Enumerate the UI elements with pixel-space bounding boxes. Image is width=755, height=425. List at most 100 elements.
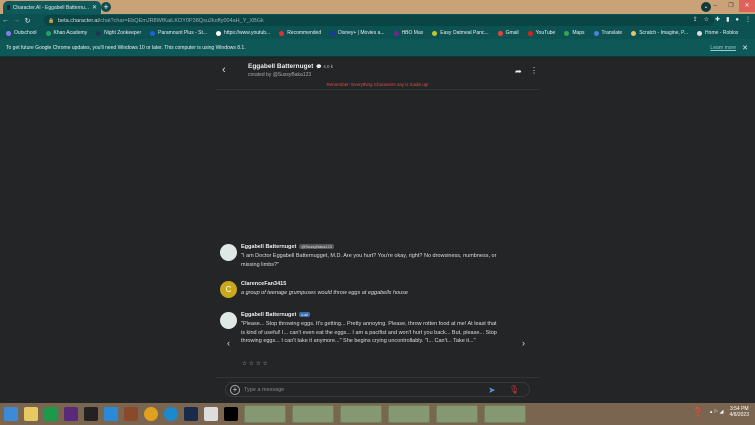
bookmark-label: Paramount Plus - St... xyxy=(158,30,208,36)
bookmark-item[interactable]: Translate xyxy=(593,30,623,36)
amazon-icon[interactable] xyxy=(84,407,98,421)
bookmark-star-icon[interactable]: ☆ xyxy=(704,14,709,27)
disclaimer: Remember: Everything Characters say is m… xyxy=(326,82,429,87)
bookmark-favicon-icon xyxy=(96,30,102,36)
bookmark-label: Maps xyxy=(572,30,585,36)
character-name: Eggabell Batternuget xyxy=(248,63,314,70)
bookmark-item[interactable]: Paramount Plus - St... xyxy=(150,30,207,36)
back-chevron-icon[interactable]: ‹ xyxy=(222,64,226,76)
lock-icon: 🔒 xyxy=(48,17,55,24)
creator-tag: @SussyBaka123 xyxy=(299,244,335,249)
character-avatar[interactable] xyxy=(220,244,237,261)
menu-kebab-icon[interactable]: ⋮ xyxy=(745,14,751,27)
infobar-text: To get future Google Chrome updates, you… xyxy=(6,44,246,51)
message-author: Eggabell Batternuget xyxy=(241,312,297,318)
close-infobar-icon[interactable]: ✕ xyxy=(742,44,748,52)
store-icon[interactable] xyxy=(44,407,58,421)
windows-start-icon[interactable] xyxy=(4,407,18,421)
bookmark-favicon-icon xyxy=(150,30,156,36)
profile-avatar[interactable]: ● xyxy=(735,14,739,27)
file-explorer-icon[interactable] xyxy=(24,407,38,421)
help-icon[interactable]: ❓ xyxy=(693,407,704,418)
previous-response-chevron-icon[interactable]: ‹ xyxy=(227,338,230,348)
bookmark-item[interactable]: Maps xyxy=(564,30,585,36)
bookmark-label: Home - Roblox xyxy=(705,30,739,36)
chat-header: ‹ Eggabell Batternuget 💬 4.0 k created by… xyxy=(215,58,540,90)
user-avatar[interactable]: C xyxy=(220,281,237,298)
created-by[interactable]: created by @SussyBaka123 xyxy=(248,72,311,78)
wallpaper-card xyxy=(244,405,286,423)
wallpaper-card xyxy=(340,405,382,423)
message-author: ClarenceFan3415 xyxy=(241,281,287,287)
bookmarks-bar: Outschool Khan Academy Night Zookeeper Para… xyxy=(0,27,755,39)
message-input[interactable] xyxy=(244,385,484,395)
back-arrow-icon[interactable]: ← xyxy=(0,17,11,24)
more-options-icon[interactable]: ⋮ xyxy=(530,66,538,75)
windows-taskbar: ❓ ▴ ⚐ ◢ 3:54 PM 4/8/2023 xyxy=(0,403,755,425)
minimize-button[interactable]: – xyxy=(707,0,723,12)
ai-tag: c.ai xyxy=(299,312,310,317)
rating-stars[interactable]: ☆☆☆☆ xyxy=(242,361,270,367)
bookmark-favicon-icon xyxy=(631,30,637,36)
bookmark-item[interactable]: https://www.youtub... xyxy=(216,30,270,36)
message-text: "I am Doctor Eggabell Batternugget, M.D.… xyxy=(241,253,497,268)
close-tab-icon[interactable]: ✕ xyxy=(92,4,97,11)
bookmark-label: Translate xyxy=(601,30,623,36)
bookmark-favicon-icon xyxy=(216,30,222,36)
reload-icon[interactable]: ↻ xyxy=(22,17,33,25)
add-icon[interactable]: + xyxy=(230,385,240,395)
forward-arrow-icon[interactable]: → xyxy=(11,17,22,24)
bookmark-favicon-icon xyxy=(593,30,599,36)
wallpaper-card xyxy=(388,405,430,423)
tab-character-ai[interactable]: Character.AI - Eggabell Batternu... ✕ xyxy=(3,1,101,14)
steam-icon[interactable] xyxy=(184,407,198,421)
wallpaper-card xyxy=(484,405,526,423)
interaction-count: 💬 4.0 k xyxy=(316,64,333,69)
next-response-chevron-icon[interactable]: › xyxy=(522,338,525,348)
bookmark-item[interactable]: HBO Max xyxy=(393,30,424,36)
app-icon[interactable] xyxy=(64,407,78,421)
bookmark-item[interactable]: Easy Oatmeal Panc... xyxy=(432,30,489,36)
clock[interactable]: 3:54 PM 4/8/2023 xyxy=(730,406,749,418)
address-bar[interactable]: 🔒 beta.character.ai/chat?char=EbQEmJR8Wf… xyxy=(44,15,714,26)
app-icon[interactable] xyxy=(204,407,218,421)
tray-icons[interactable]: ▴ ⚐ ◢ xyxy=(710,409,724,415)
bookmark-item[interactable]: Home - Roblox xyxy=(697,30,738,36)
bookmark-item[interactable]: Disney+ | Movies a... xyxy=(330,30,385,36)
bookmark-item[interactable]: Scratch - Imagine, P... xyxy=(631,30,688,36)
muted-mic-icon[interactable]: 🎙 xyxy=(509,385,519,394)
bookmark-favicon-icon xyxy=(279,30,285,36)
bookmark-label: HBO Max xyxy=(401,30,424,36)
url-path: /chat?char=EbQEmJR8WfKaiLKOY0P38Qsu2koff… xyxy=(98,17,264,24)
bookmark-item[interactable]: Recommended xyxy=(279,30,321,36)
character-ai-favicon-icon xyxy=(7,5,10,10)
bookmark-item[interactable]: Outschool xyxy=(6,30,37,36)
bookmark-item[interactable]: Night Zookeeper xyxy=(96,30,141,36)
character-avatar[interactable] xyxy=(220,312,237,329)
window-close-button[interactable]: ✕ xyxy=(739,0,755,12)
chrome-icon[interactable] xyxy=(144,407,158,421)
onedrive-icon[interactable] xyxy=(104,407,118,421)
wallpaper-card xyxy=(436,405,478,423)
game-icon[interactable] xyxy=(124,407,138,421)
url-host: beta.character.ai xyxy=(58,17,99,24)
bookmark-label: Scratch - Imagine, P... xyxy=(639,30,689,36)
extensions-puzzle-icon[interactable]: ✚ xyxy=(715,14,720,27)
restore-button[interactable]: ❐ xyxy=(723,0,739,12)
bookmark-item[interactable]: Khan Academy xyxy=(45,30,87,36)
bookmark-item[interactable]: YouTube xyxy=(527,30,555,36)
message-author: Eggabell Batternuget xyxy=(241,244,297,250)
learn-more-link[interactable]: Learn more xyxy=(710,45,736,51)
bookmark-label: https://www.youtub... xyxy=(224,30,271,36)
bookmark-favicon-icon xyxy=(432,30,438,36)
new-tab-button[interactable]: + xyxy=(101,2,111,12)
edge-icon[interactable] xyxy=(164,407,178,421)
side-panel-icon[interactable]: ▮ xyxy=(726,14,729,27)
share-page-icon[interactable]: ⇪ xyxy=(693,14,698,27)
bookmark-item[interactable]: Gmail xyxy=(497,30,519,36)
share-icon[interactable]: ➦ xyxy=(515,67,522,76)
send-icon[interactable]: ➤ xyxy=(488,385,496,396)
message-composer: + ➤ 🎙 xyxy=(225,382,530,397)
bookmark-label: Recommended xyxy=(287,30,322,36)
roblox-icon[interactable] xyxy=(224,407,238,421)
